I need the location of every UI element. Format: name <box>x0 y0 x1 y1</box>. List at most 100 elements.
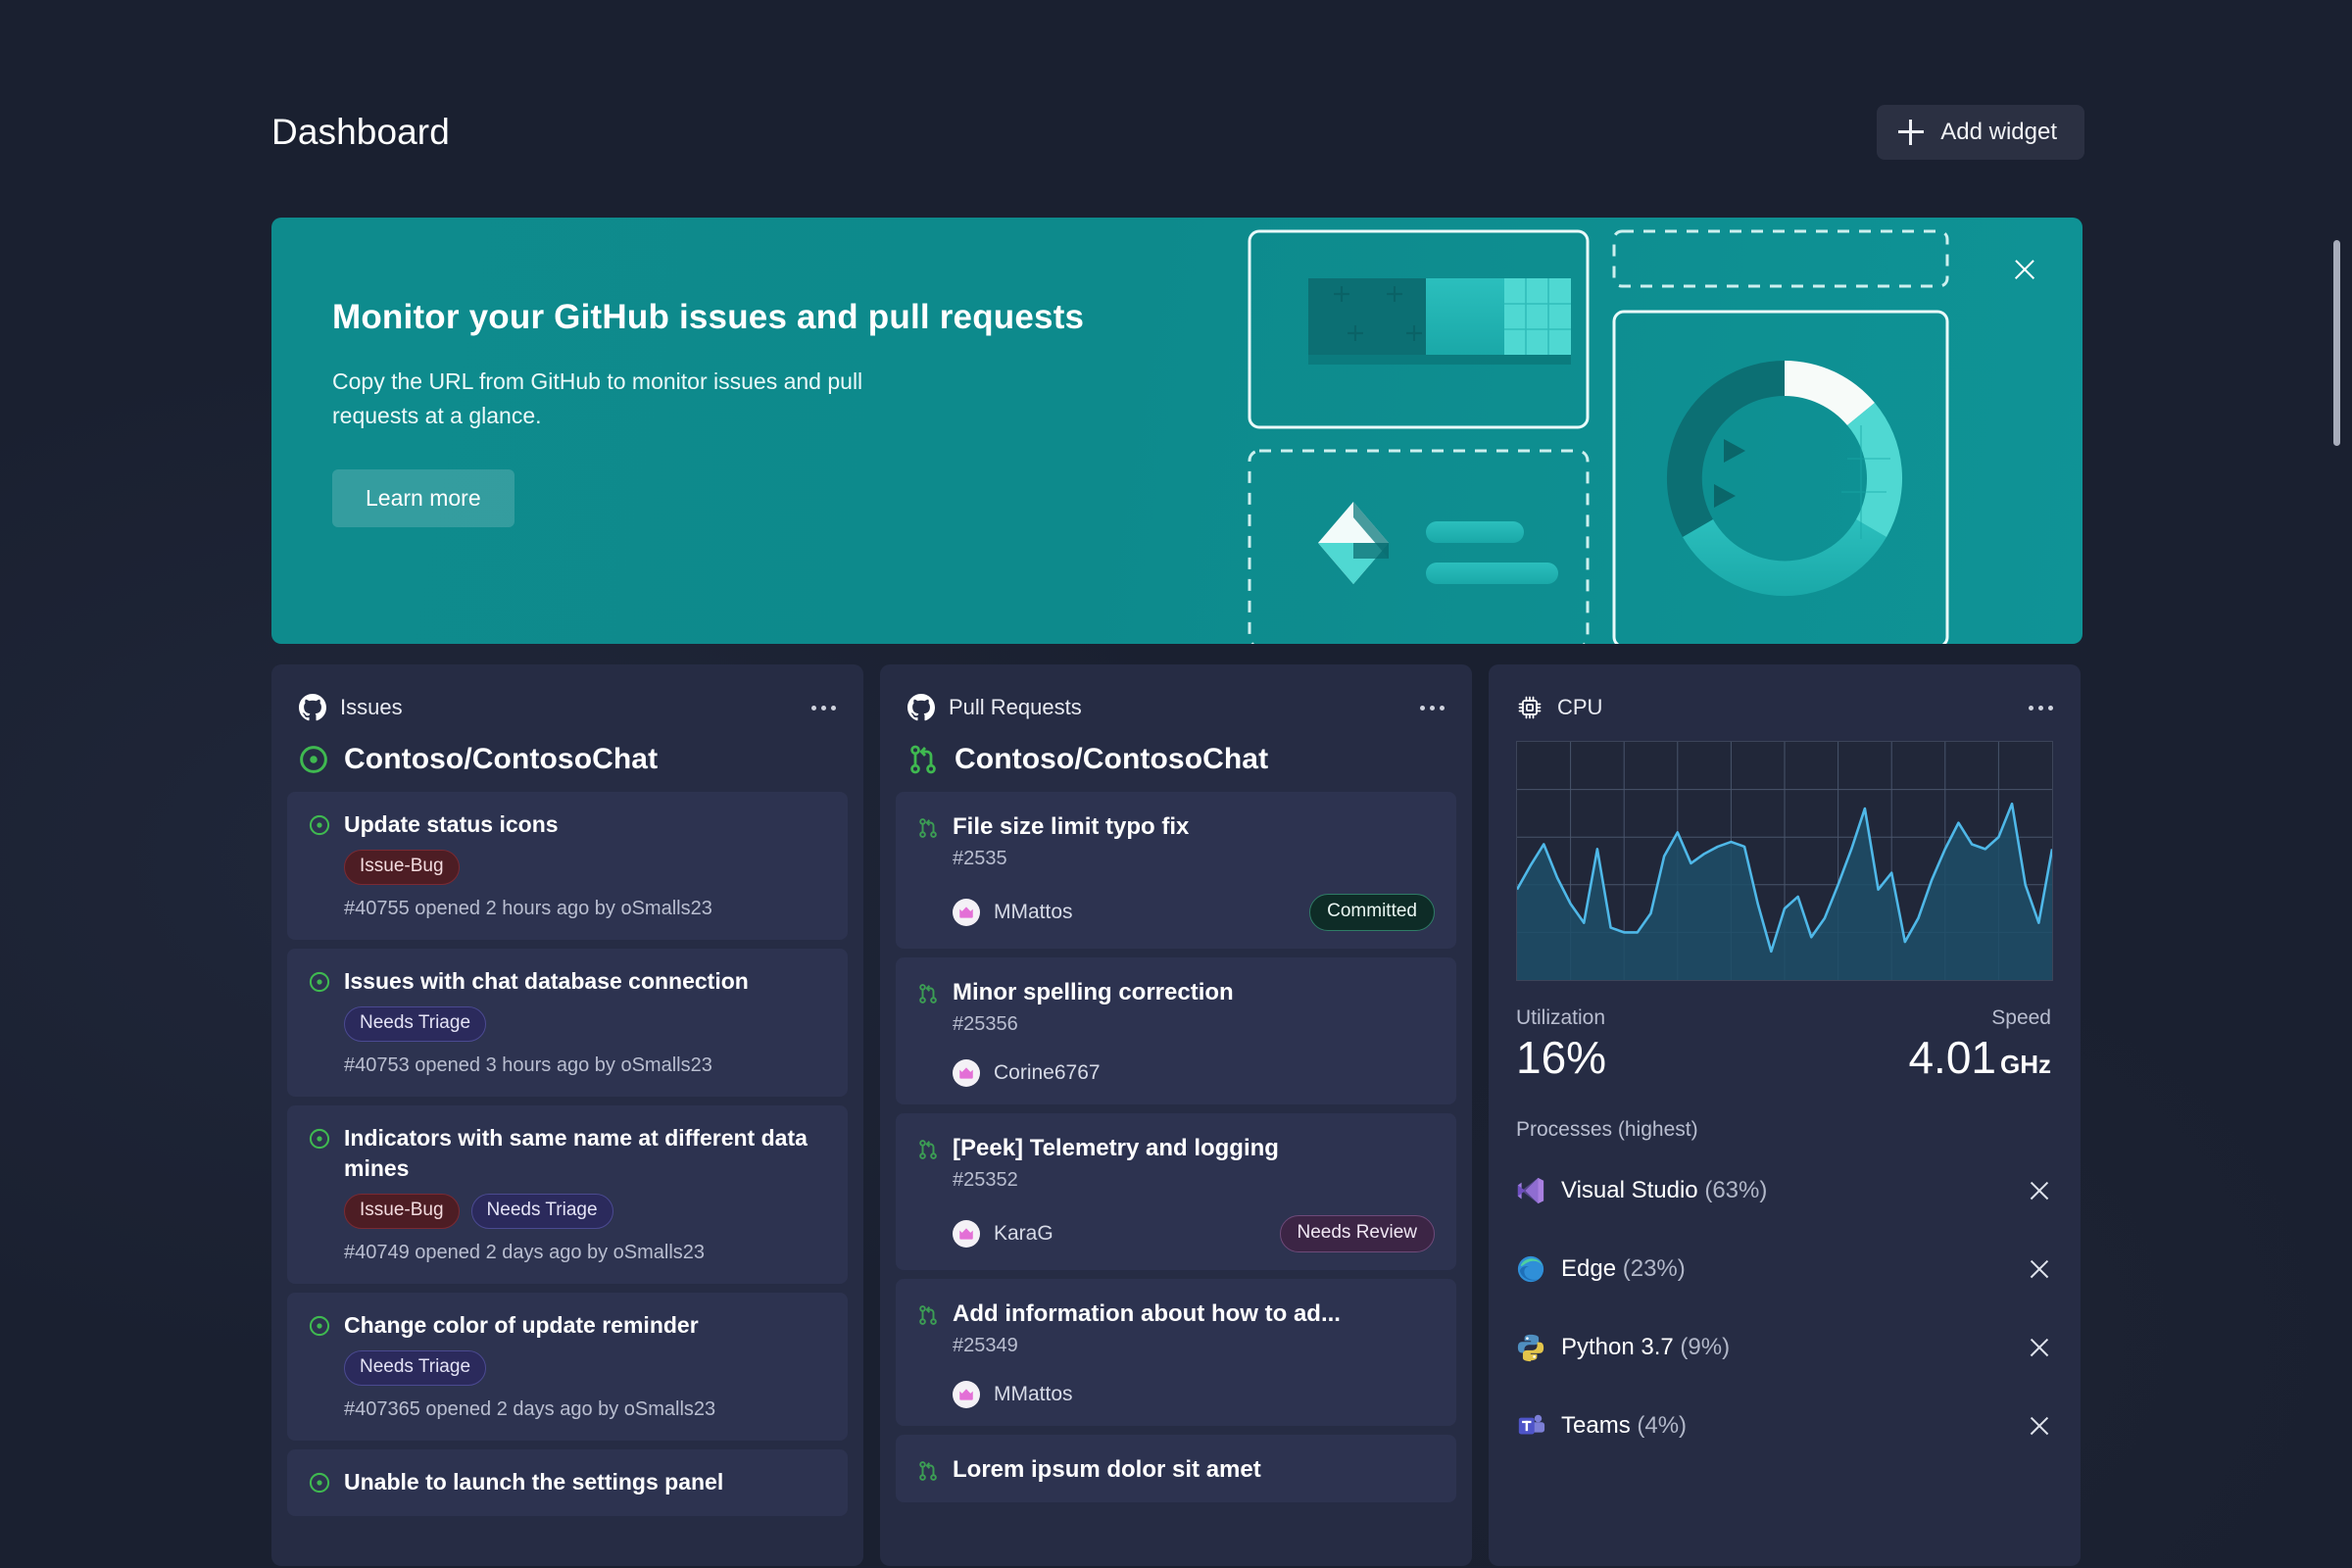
pr-title: Add information about how to ad... <box>953 1300 1341 1328</box>
status-badge: Issue-Bug <box>344 850 460 886</box>
pr-user: MMattos <box>994 901 1073 924</box>
process-name: Teams (4%) <box>1561 1412 1688 1440</box>
close-icon[interactable] <box>2022 1408 2057 1444</box>
list-item[interactable]: Visual Studio (63%) <box>1516 1152 2057 1230</box>
list-item[interactable]: Teams (4%) <box>1516 1387 2057 1465</box>
plus-icon <box>1898 120 1925 145</box>
banner-subtitle: Copy the URL from GitHub to monitor issu… <box>332 368 863 428</box>
utilization-value: 16% <box>1516 1032 1607 1083</box>
issues-card-header: Issues <box>271 664 863 725</box>
git-pull-request-icon <box>917 1454 939 1485</box>
git-pull-request-icon <box>917 811 939 931</box>
avatar <box>953 1381 980 1409</box>
pr-title: File size limit typo fix <box>953 813 1190 840</box>
pull-requests-card-title: Pull Requests <box>949 695 1082 719</box>
git-pull-request-icon <box>917 1298 939 1408</box>
pull-requests-card-header: Pull Requests <box>880 664 1472 725</box>
pr-user: Corine6767 <box>994 1061 1101 1085</box>
close-icon[interactable] <box>2022 1251 2057 1287</box>
issue-meta: #40755 opened 2 hours ago by oSmalls23 <box>344 898 712 920</box>
add-widget-button[interactable]: Add widget <box>1877 105 2084 160</box>
process-name: Edge (23%) <box>1561 1255 1686 1283</box>
list-item[interactable]: Add information about how to ad... #2534… <box>896 1279 1456 1427</box>
git-pull-request-icon <box>907 744 939 775</box>
cpu-card-header: CPU <box>1489 664 2081 725</box>
list-item[interactable]: [Peek] Telemetry and logging #25352 Kara… <box>896 1113 1456 1271</box>
list-item[interactable]: Lorem ipsum dolor sit amet <box>896 1435 1456 1503</box>
pr-user: MMattos <box>994 1383 1073 1406</box>
visual-studio-icon <box>1516 1176 1545 1205</box>
close-icon[interactable] <box>2022 1330 2057 1365</box>
close-icon[interactable] <box>2022 1173 2057 1208</box>
more-options-icon[interactable] <box>1411 698 1445 717</box>
issue-tags: Needs Triage <box>344 1006 826 1043</box>
list-item[interactable]: Update status icons Issue-Bug #40755 ope… <box>287 792 848 941</box>
issue-opened-icon <box>299 745 328 774</box>
pull-requests-card: Pull Requests Contoso/ContosoChat File s… <box>880 664 1472 1566</box>
processes-list: Visual Studio (63%) Edge (23%) Python 3.… <box>1489 1142 2081 1465</box>
list-item[interactable]: File size limit typo fix #2535 MMattos C… <box>896 792 1456 949</box>
processes-label: Processes (highest) <box>1516 1118 1698 1142</box>
issue-opened-icon <box>309 1467 330 1496</box>
banner-title: Monitor your GitHub issues and pull requ… <box>332 298 1085 336</box>
issue-opened-icon <box>309 1123 330 1263</box>
pr-title: Lorem ipsum dolor sit amet <box>953 1456 1261 1484</box>
python-icon <box>1516 1333 1545 1362</box>
issue-meta: #40753 opened 3 hours ago by oSmalls23 <box>344 1054 712 1077</box>
pr-user: KaraG <box>994 1222 1054 1246</box>
speed-unit: GHz <box>2000 1050 2051 1079</box>
speed-value: 4.01 <box>1908 1032 1996 1083</box>
pr-number: #25349 <box>953 1335 1018 1357</box>
issues-repo-row[interactable]: Contoso/ContosoChat <box>271 725 863 792</box>
avatar <box>953 1059 980 1088</box>
cpu-card-title: CPU <box>1557 695 1603 719</box>
promo-banner: Monitor your GitHub issues and pull requ… <box>271 218 2082 644</box>
status-badge: Needs Review <box>1279 1215 1435 1253</box>
issue-title: Change color of update reminder <box>344 1311 699 1338</box>
pr-title: Minor spelling correction <box>953 978 1234 1005</box>
issue-opened-icon <box>309 809 330 920</box>
cpu-chip-icon <box>1516 694 1544 721</box>
more-options-icon[interactable] <box>803 698 836 717</box>
close-icon[interactable] <box>2004 249 2045 290</box>
list-item[interactable]: Issues with chat database connection Nee… <box>287 949 848 1098</box>
avatar <box>953 1220 980 1249</box>
status-badge: Needs Triage <box>344 1350 487 1386</box>
pull-requests-list: File size limit typo fix #2535 MMattos C… <box>880 792 1472 1503</box>
cpu-stats: Utilization 16% Speed 4.01 GHz <box>1489 981 2081 1081</box>
list-item[interactable]: Minor spelling correction #25356 Corine6… <box>896 956 1456 1105</box>
utilization-label: Utilization <box>1516 1006 1606 1029</box>
list-item[interactable]: Indicators with same name at different d… <box>287 1105 848 1284</box>
issue-meta: #407365 opened 2 days ago by oSmalls23 <box>344 1397 716 1420</box>
list-item[interactable]: Python 3.7 (9%) <box>1516 1308 2057 1387</box>
status-badge: Issue-Bug <box>344 1193 460 1229</box>
pr-number: #25356 <box>953 1013 1018 1036</box>
page-title: Dashboard <box>271 112 450 152</box>
process-name: Visual Studio (63%) <box>1561 1177 1768 1204</box>
issue-title: Unable to launch the settings panel <box>344 1468 724 1494</box>
avatar <box>953 899 980 927</box>
issue-opened-icon <box>309 1310 330 1421</box>
pr-repo-row[interactable]: Contoso/ContosoChat <box>880 725 1472 792</box>
git-pull-request-icon <box>917 1133 939 1252</box>
learn-more-button[interactable]: Learn more <box>332 469 514 527</box>
issue-title: Update status icons <box>344 811 559 837</box>
page-header: Dashboard Add widget <box>271 98 2084 167</box>
add-widget-label: Add widget <box>1940 119 2057 145</box>
list-item[interactable]: Edge (23%) <box>1516 1230 2057 1308</box>
more-options-icon[interactable] <box>2020 698 2053 717</box>
speed-label: Speed <box>1991 1006 2051 1029</box>
status-badge: Needs Triage <box>470 1193 613 1229</box>
pr-number: #25352 <box>953 1169 1018 1192</box>
issue-tags: Needs Triage <box>344 1350 826 1386</box>
widget-grid: Issues Contoso/ContosoChat Update status… <box>271 664 2082 1566</box>
list-item[interactable]: Unable to launch the settings panel <box>287 1448 848 1517</box>
list-item[interactable]: Change color of update reminder Needs Tr… <box>287 1292 848 1441</box>
github-icon <box>299 694 326 721</box>
page-scrollbar[interactable] <box>2333 240 2340 446</box>
issue-title: Issues with chat database connection <box>344 968 749 995</box>
issue-tags: Issue-Bug <box>344 850 826 886</box>
issues-list: Update status icons Issue-Bug #40755 ope… <box>271 792 863 1517</box>
issue-opened-icon <box>309 966 330 1077</box>
github-icon <box>907 694 935 721</box>
